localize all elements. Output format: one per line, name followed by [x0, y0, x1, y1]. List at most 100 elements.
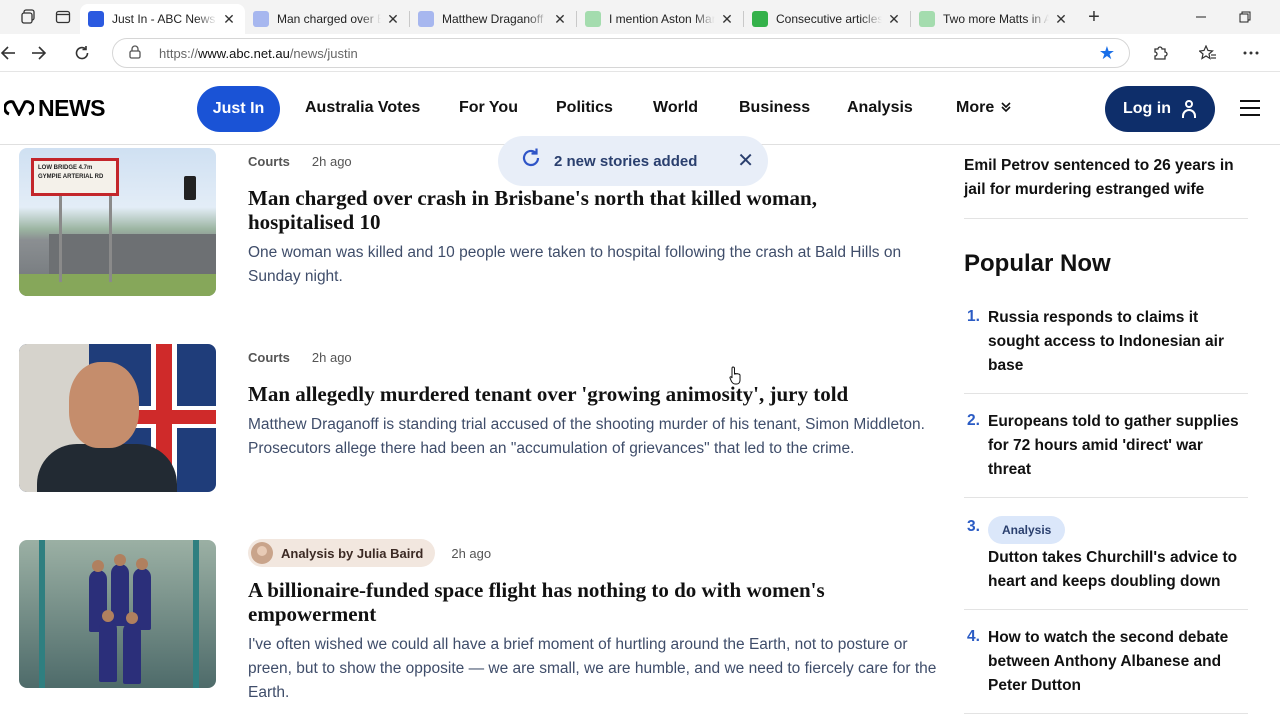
- article-thumbnail[interactable]: [19, 344, 216, 492]
- nav-for-you[interactable]: For You: [459, 99, 518, 117]
- popular-item-number: 4.: [967, 628, 980, 645]
- close-tab-icon[interactable]: ✕: [552, 11, 568, 28]
- abc-favicon-icon: [253, 11, 269, 27]
- url-host: www.abc.net.au: [198, 45, 290, 61]
- browser-tab[interactable]: Consecutive articles ✕: [744, 4, 910, 34]
- back-icon[interactable]: [0, 39, 22, 67]
- nav-politics[interactable]: Politics: [556, 99, 613, 117]
- divider: [964, 609, 1248, 610]
- login-button[interactable]: Log in: [1105, 86, 1215, 132]
- popular-item-link[interactable]: Europeans told to gather supplies for 72…: [988, 410, 1246, 482]
- popular-item-number: 1.: [967, 308, 980, 325]
- browser-tab[interactable]: Just In - ABC News ✕: [80, 4, 245, 34]
- reload-icon[interactable]: [68, 39, 96, 67]
- site-header: NEWS Just In Australia Votes For You Pol…: [0, 72, 1280, 145]
- url-path: /news/justin: [289, 45, 358, 61]
- tab-title: Just In - ABC News: [112, 12, 216, 26]
- minimize-icon[interactable]: [1178, 0, 1224, 34]
- article-headline[interactable]: Man allegedly murdered tenant over 'grow…: [248, 382, 928, 406]
- menu-icon[interactable]: [1240, 100, 1260, 116]
- article-summary: Matthew Draganoff is standing trial accu…: [248, 416, 925, 457]
- green-favicon-icon: [752, 11, 768, 27]
- article-meta: Courts 2h ago: [248, 154, 352, 169]
- close-tab-icon[interactable]: ✕: [719, 11, 735, 28]
- divider: [964, 497, 1248, 498]
- tab-actions-icon[interactable]: [46, 0, 80, 34]
- nav-australia-votes[interactable]: Australia Votes: [305, 99, 420, 117]
- url-scheme: https://: [159, 45, 199, 61]
- abc-logo-mark: [3, 96, 35, 121]
- popular-item-link[interactable]: Dutton takes Churchill's advice to heart…: [988, 546, 1246, 594]
- article-thumbnail[interactable]: LOW BRIDGE 4.7m GYMPIE ARTERIAL RD: [19, 148, 216, 296]
- workspaces-icon[interactable]: [12, 0, 46, 34]
- browser-tab[interactable]: Man charged over B ✕: [245, 4, 409, 34]
- new-stories-notification[interactable]: 2 new stories added ✕: [498, 136, 768, 186]
- refresh-icon: [520, 147, 542, 175]
- favorites-icon[interactable]: [1194, 39, 1222, 67]
- abc-favicon-icon: [88, 11, 104, 27]
- article-meta: Analysis by Julia Baird 2h ago: [248, 539, 491, 567]
- nav-business[interactable]: Business: [739, 99, 810, 117]
- tab-title: Man charged over B: [277, 12, 381, 26]
- nav-just-in[interactable]: Just In: [197, 86, 280, 132]
- popular-item-link[interactable]: Russia responds to claims it sought acce…: [988, 306, 1246, 378]
- browser-tab[interactable]: Matthew Draganoff ✕: [410, 4, 576, 34]
- popular-item-number: 3.: [967, 518, 980, 535]
- popular-item-link[interactable]: How to watch the second debate between A…: [988, 626, 1246, 698]
- extensions-icon[interactable]: [1146, 39, 1174, 67]
- browser-tab-bar: Just In - ABC News ✕ Man charged over B …: [0, 0, 1280, 34]
- article-summary: One woman was killed and 10 people were …: [248, 244, 902, 285]
- user-icon: [1181, 100, 1197, 118]
- double-chevron-down-icon: [1000, 101, 1012, 116]
- divider: [964, 713, 1248, 714]
- new-tab-button[interactable]: +: [1077, 2, 1111, 32]
- forward-icon[interactable]: [25, 39, 53, 67]
- login-label: Log in: [1123, 100, 1171, 117]
- article-summary: I've often wished we could all have a br…: [248, 636, 937, 701]
- restore-icon[interactable]: [1222, 0, 1268, 34]
- sidebar-top-story[interactable]: Emil Petrov sentenced to 26 years in jai…: [964, 154, 1248, 202]
- article-time: 2h ago: [451, 545, 492, 561]
- nav-world[interactable]: World: [653, 99, 698, 117]
- analysis-badge[interactable]: Analysis: [988, 516, 1066, 544]
- settings-more-icon[interactable]: [1237, 39, 1265, 67]
- article-tag[interactable]: Courts: [248, 350, 290, 365]
- article-time: 2h ago: [311, 154, 352, 169]
- nav-more[interactable]: More: [956, 99, 1012, 117]
- tab-title: Two more Matts in A: [943, 12, 1049, 26]
- article-tag[interactable]: Courts: [248, 154, 290, 169]
- article-headline[interactable]: A billionaire-funded space flight has no…: [248, 578, 908, 626]
- browser-toolbar: https://www.abc.net.au/news/justin ★: [0, 34, 1280, 72]
- address-bar[interactable]: https://www.abc.net.au/news/justin ★: [112, 38, 1130, 68]
- road-sign-image: LOW BRIDGE 4.7m GYMPIE ARTERIAL RD: [31, 158, 119, 196]
- lock-icon[interactable]: [129, 44, 143, 62]
- tab-title: Matthew Draganoff: [442, 12, 544, 26]
- popular-item-number: 2.: [967, 412, 980, 429]
- article-meta: Courts 2h ago: [248, 350, 352, 365]
- close-tab-icon[interactable]: ✕: [385, 11, 401, 28]
- divider: [964, 218, 1248, 219]
- close-tab-icon[interactable]: ✕: [886, 11, 902, 28]
- sidebar: Emil Petrov sentenced to 26 years in jai…: [964, 146, 1248, 720]
- divider: [964, 393, 1248, 394]
- close-tab-icon[interactable]: ✕: [1053, 11, 1069, 28]
- browser-tab[interactable]: Two more Matts in A ✕: [911, 4, 1077, 34]
- article-thumbnail[interactable]: [19, 540, 216, 688]
- popular-now-heading: Popular Now: [964, 250, 1111, 277]
- article-headline[interactable]: Man charged over crash in Brisbane's nor…: [248, 186, 888, 234]
- abc-favicon-icon: [418, 11, 434, 27]
- abc-news-logo[interactable]: NEWS: [3, 95, 106, 121]
- favorite-star-icon[interactable]: ★: [1099, 43, 1115, 64]
- green-favicon-icon: [919, 11, 935, 27]
- nav-analysis[interactable]: Analysis: [847, 99, 913, 117]
- article-time: 2h ago: [311, 350, 352, 365]
- new-stories-label: 2 new stories added: [554, 152, 698, 170]
- analysis-author-chip[interactable]: Analysis by Julia Baird: [248, 539, 436, 567]
- browser-tab[interactable]: I mention Aston Mar ✕: [577, 4, 743, 34]
- nav-more-label: More: [956, 99, 995, 116]
- close-icon[interactable]: ✕: [737, 148, 754, 173]
- author-avatar: [251, 542, 273, 564]
- article-tag: Analysis by Julia Baird: [281, 545, 424, 561]
- tab-title: I mention Aston Mar: [609, 12, 715, 26]
- close-tab-icon[interactable]: ✕: [221, 11, 237, 28]
